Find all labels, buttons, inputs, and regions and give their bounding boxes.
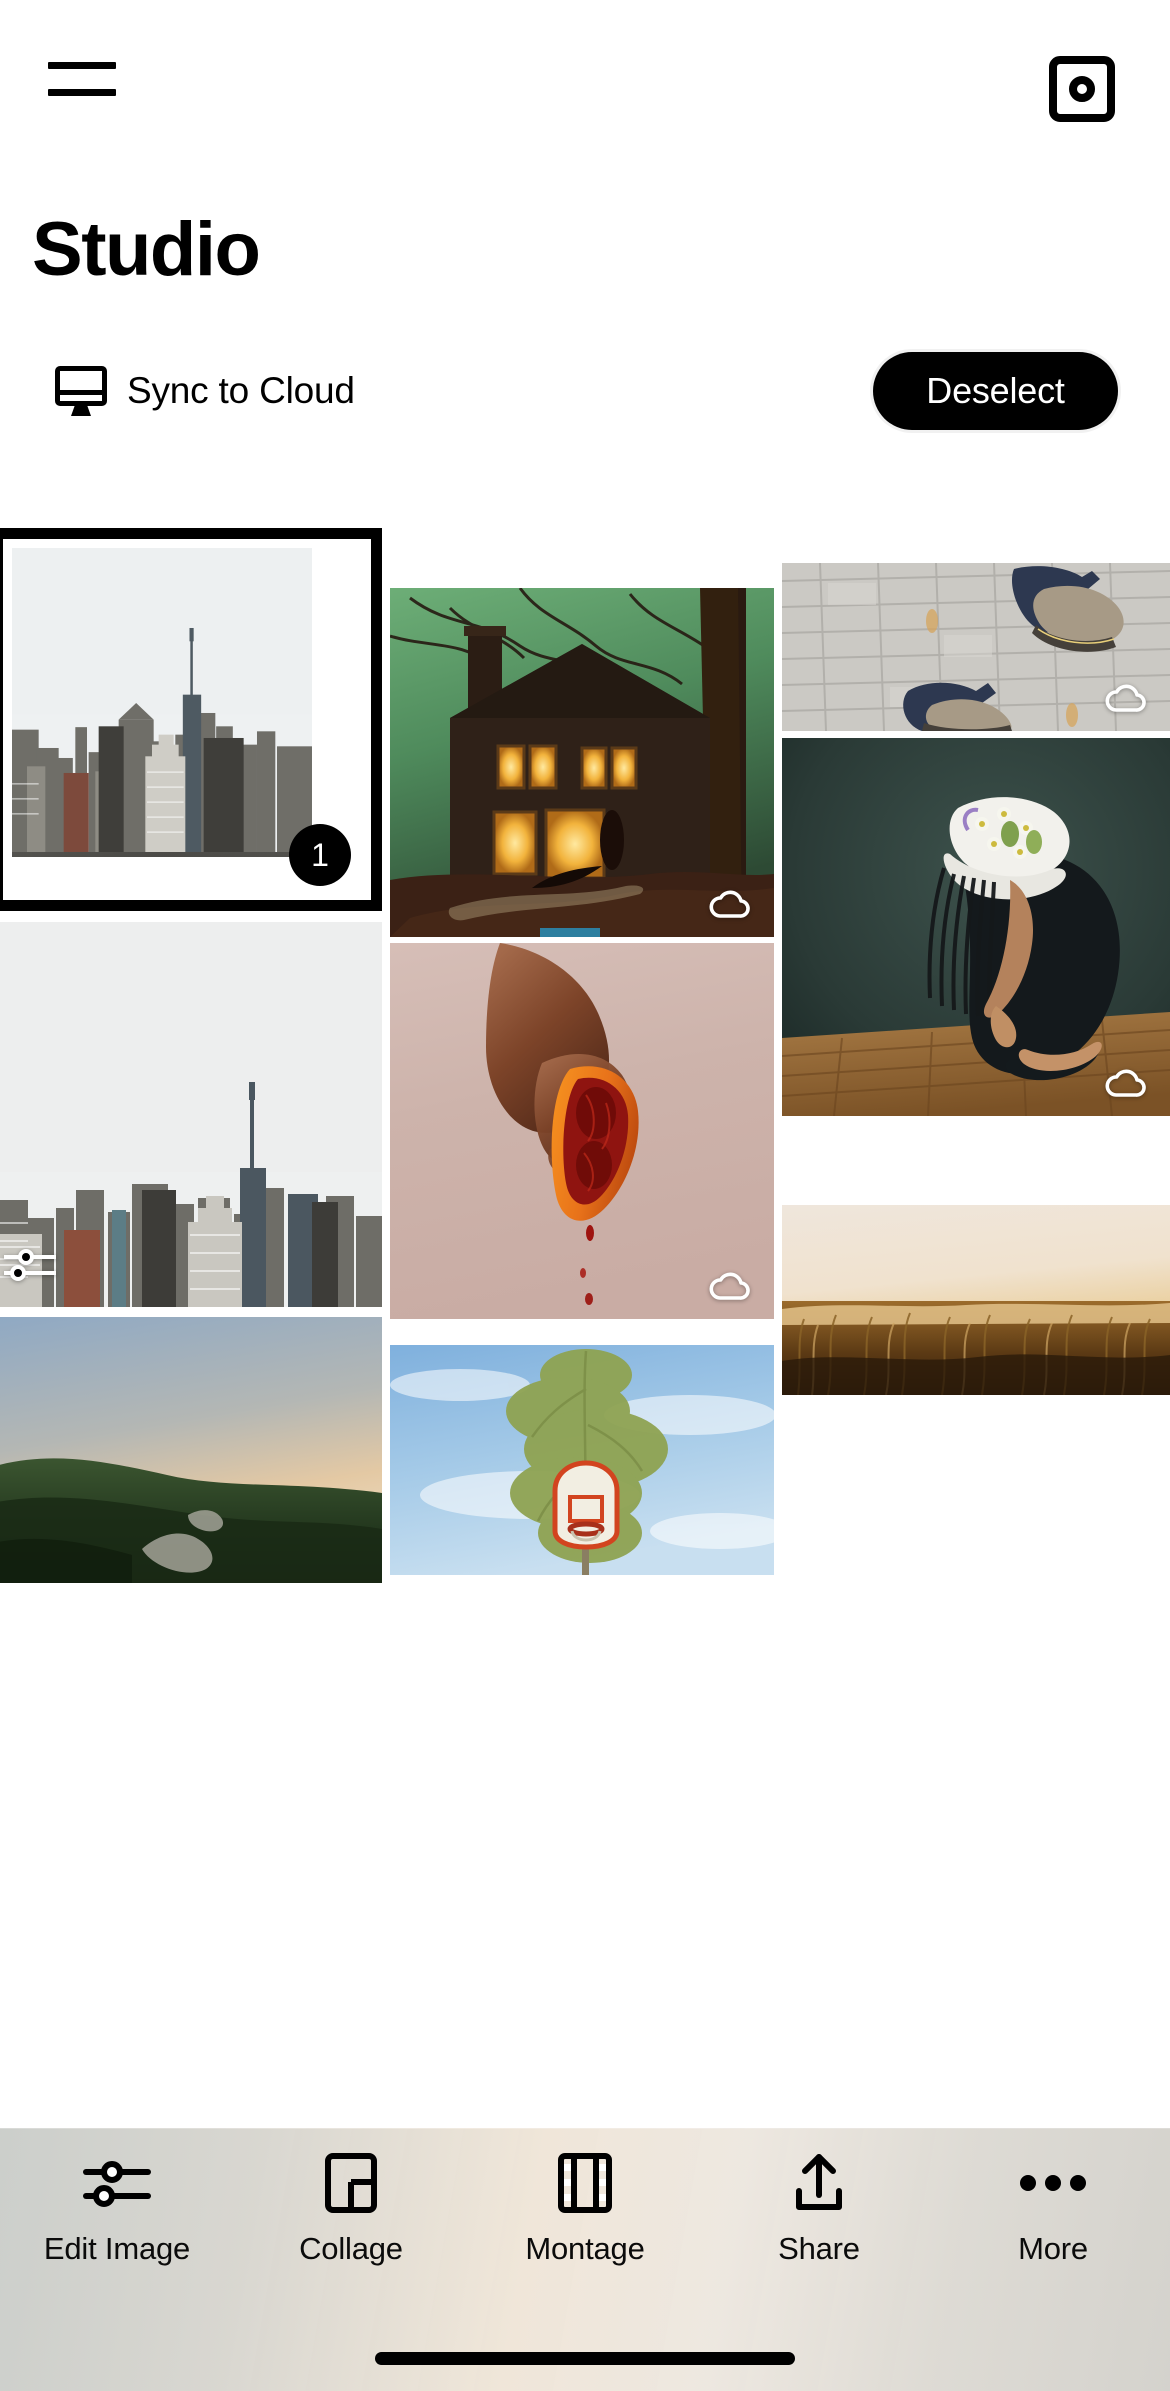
selection-count-badge: 1	[289, 824, 351, 886]
sync-to-cloud-label: Sync to Cloud	[127, 370, 355, 411]
photo-city-skyline-edited[interactable]	[0, 922, 382, 1307]
toolbar-label: More	[1018, 2231, 1088, 2266]
photo-thumbnail	[782, 1205, 1170, 1395]
cloud-sync-badge-icon	[1105, 684, 1146, 712]
hamburger-line-1	[48, 62, 116, 69]
monitor-bar	[60, 390, 102, 395]
haunted-house-art	[390, 588, 774, 937]
camera-square-icon[interactable]	[1049, 56, 1115, 122]
tree-basketball-hoop-art	[390, 1345, 774, 1575]
photo-hand-blood-orange[interactable]	[390, 943, 774, 1319]
photo-shoes-cobblestone[interactable]	[782, 563, 1170, 731]
golden-field-sunset-art	[782, 1205, 1170, 1395]
photo-dancer-veil[interactable]	[782, 738, 1170, 1116]
photo-thumbnail	[0, 1317, 382, 1583]
cloud-sync-badge-icon	[709, 1272, 750, 1300]
camera-lens	[1069, 76, 1095, 102]
studio-screen: Studio Sync to Cloud Deselect 1 Edit Ima…	[0, 0, 1170, 2391]
photo-haunted-house[interactable]	[390, 588, 774, 937]
share-upload-icon	[793, 2151, 845, 2215]
photo-thumbnail	[782, 738, 1170, 1116]
desktop-monitor-icon	[55, 366, 107, 416]
photo-city-skyline-selected[interactable]: 1	[0, 528, 382, 911]
monitor-screen	[55, 366, 107, 406]
home-indicator-bar[interactable]	[375, 2352, 795, 2365]
ellipsis-icon	[1018, 2151, 1088, 2215]
bottom-toolbar: Edit Image Collage Montage Share More	[0, 2128, 1170, 2391]
toolbar-item-more[interactable]: More	[953, 2151, 1153, 2267]
toolbar-label: Montage	[525, 2231, 645, 2266]
top-bar	[0, 0, 1170, 124]
sliders-icon	[82, 2151, 152, 2215]
page-title: Studio	[32, 207, 261, 292]
toolbar-label: Collage	[299, 2231, 403, 2266]
forest-mountain-art	[0, 1317, 382, 1583]
photo-thumbnail	[390, 943, 774, 1319]
hand-blood-orange-art	[390, 943, 774, 1319]
hamburger-menu-icon[interactable]	[48, 62, 116, 96]
photo-thumbnail	[390, 588, 774, 937]
toolbar-item-edit-image[interactable]: Edit Image	[17, 2151, 217, 2267]
collage-grid-icon	[324, 2151, 378, 2215]
sync-to-cloud-action[interactable]: Sync to Cloud	[55, 366, 355, 416]
monitor-stand	[71, 406, 91, 416]
toolbar-item-montage[interactable]: Montage	[485, 2151, 685, 2267]
filmstrip-icon	[557, 2151, 613, 2215]
edit-badge-icon	[4, 1249, 56, 1281]
toolbar-label: Edit Image	[43, 2231, 191, 2266]
toolbar-label: Share	[778, 2231, 860, 2266]
cloud-sync-badge-icon	[709, 890, 750, 918]
grid-column-2	[782, 528, 1170, 1395]
hamburger-line-2	[48, 89, 116, 96]
city-skyline-art	[12, 548, 312, 853]
photo-golden-field-sunset[interactable]	[782, 1205, 1170, 1395]
cloud-sync-badge-icon	[1105, 1069, 1146, 1097]
toolbar-items: Edit Image Collage Montage Share More	[0, 2151, 1170, 2267]
grid-column-1	[390, 528, 774, 1575]
dancer-veil-art	[782, 738, 1170, 1116]
photo-thumbnail	[12, 548, 312, 858]
photo-tree-basketball-hoop[interactable]	[390, 1345, 774, 1575]
toolbar-item-share[interactable]: Share	[719, 2151, 919, 2267]
photo-grid: 1	[0, 528, 1170, 2138]
deselect-button[interactable]: Deselect	[873, 352, 1118, 430]
toolbar-item-collage[interactable]: Collage	[251, 2151, 451, 2267]
grid-column-0: 1	[0, 528, 382, 1583]
photo-forest-mountain[interactable]	[0, 1317, 382, 1583]
photo-thumbnail	[390, 1345, 774, 1575]
